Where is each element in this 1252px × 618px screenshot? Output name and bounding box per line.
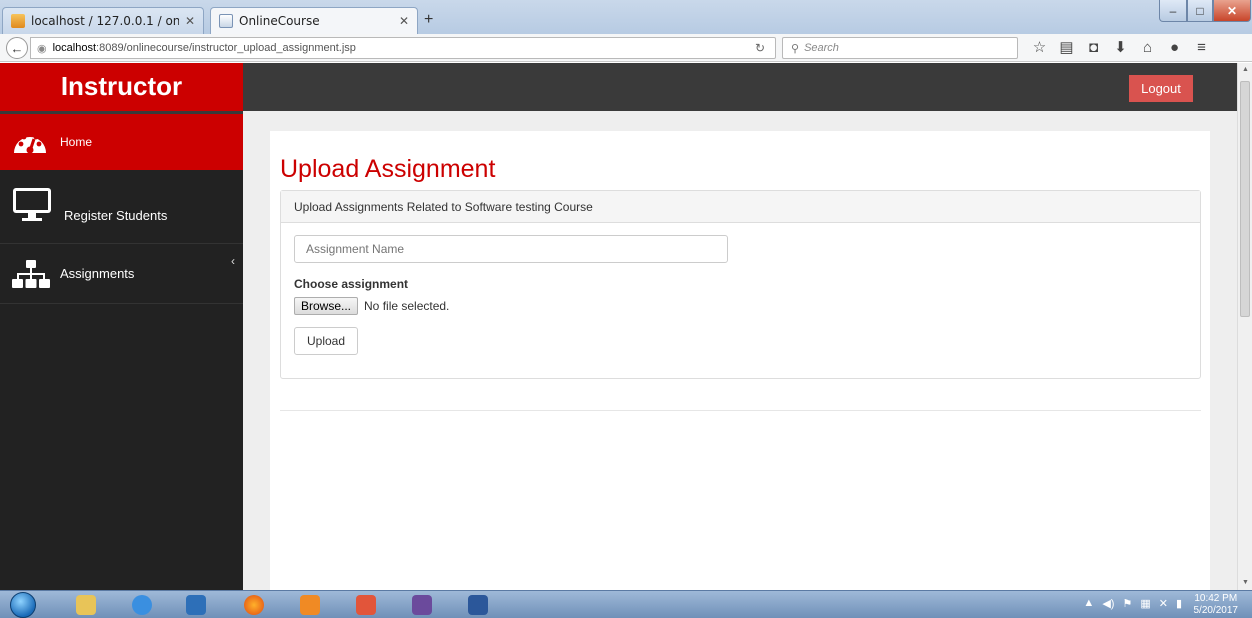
pocket-icon[interactable]: ◘	[1080, 38, 1107, 58]
logout-button[interactable]: Logout	[1129, 75, 1193, 102]
window-close-icon[interactable]: ✕	[1213, 0, 1251, 22]
bookmark-star-icon[interactable]: ☆	[1026, 38, 1053, 58]
choose-assignment-label: Choose assignment	[294, 277, 409, 291]
browser-nav-bar: ← ◉ localhost :8089/onlinecourse/instruc…	[0, 34, 1252, 62]
url-bar[interactable]: ◉ localhost :8089/onlinecourse/instructo…	[30, 37, 776, 59]
scroll-down-icon[interactable]: ▼	[1238, 576, 1252, 590]
sidebar-item-label: Register Students	[64, 208, 168, 223]
sitemap-icon	[12, 259, 50, 288]
start-button-icon[interactable]	[10, 592, 36, 618]
reading-list-icon[interactable]: ▤	[1053, 38, 1080, 58]
page-title: Upload Assignment	[280, 155, 496, 183]
tab-title: localhost / 127.0.0.1 / onlin...	[31, 14, 179, 28]
top-header: Logout	[243, 63, 1237, 111]
brand-title[interactable]: Instructor	[0, 63, 243, 111]
chevron-left-icon[interactable]: ‹	[231, 254, 235, 268]
page-scrollbar[interactable]: ▲ ▼	[1237, 63, 1252, 590]
network-disconnected-icon[interactable]: ✕	[1159, 597, 1168, 610]
clock-time: 10:42 PM	[1194, 593, 1238, 604]
monitor-icon	[13, 187, 51, 221]
scroll-up-icon[interactable]: ▲	[1238, 63, 1252, 77]
internet-explorer-icon[interactable]	[122, 593, 162, 617]
sidebar: Instructor Home Register Students Assign…	[0, 63, 243, 590]
firefox-icon[interactable]	[234, 593, 274, 617]
search-placeholder: Search	[804, 42, 839, 54]
battery-icon[interactable]: ▮	[1176, 597, 1182, 610]
new-tab-icon[interactable]: +	[424, 11, 433, 29]
upload-panel: Upload Assignments Related to Software t…	[280, 190, 1201, 379]
taskbar-clock[interactable]: 10:42 PM 5/20/2017	[1194, 593, 1239, 617]
home-icon[interactable]: ⌂	[1134, 38, 1161, 58]
clock-date: 5/20/2017	[1193, 605, 1239, 616]
file-input[interactable]: Browse... No file selected.	[294, 297, 449, 315]
browser-tab-onlinecourse[interactable]: OnlineCourse ✕	[210, 7, 418, 34]
word-icon[interactable]	[458, 593, 498, 617]
browse-button[interactable]: Browse...	[294, 297, 359, 315]
browser-tab-strip: localhost / 127.0.0.1 / onlin... ✕ Onlin…	[0, 0, 1252, 34]
network-icon[interactable]: ▦	[1140, 597, 1150, 610]
onlinecourse-favicon-icon	[219, 14, 233, 28]
content-card: Upload Assignment Upload Assignments Rel…	[270, 131, 1210, 601]
dashboard-icon	[14, 132, 46, 154]
volume-icon[interactable]: ◀)	[1102, 597, 1114, 610]
assignment-name-input[interactable]	[294, 235, 728, 263]
minimize-icon[interactable]: –	[1159, 0, 1187, 22]
close-icon[interactable]: ✕	[399, 14, 409, 28]
panel-heading: Upload Assignments Related to Software t…	[281, 191, 1200, 223]
uc-browser-icon[interactable]	[290, 593, 330, 617]
browser-toolbar-icons: ☆ ▤ ◘ ⬇ ⌂ ● ≡	[1026, 38, 1215, 58]
back-arrow-icon[interactable]: ←	[6, 37, 28, 59]
xampp-icon[interactable]	[346, 593, 386, 617]
media-player-icon[interactable]	[176, 593, 216, 617]
menu-icon[interactable]: ≡	[1188, 38, 1215, 58]
file-status-text: No file selected.	[364, 299, 450, 313]
download-icon[interactable]: ⬇	[1107, 38, 1134, 58]
phpmyadmin-favicon-icon	[11, 14, 25, 28]
url-host: localhost	[52, 42, 97, 54]
maximize-icon[interactable]: □	[1187, 0, 1213, 22]
url-path: :8089/onlinecourse/instructor_upload_ass…	[96, 42, 356, 54]
browser-tab-phpmyadmin[interactable]: localhost / 127.0.0.1 / onlin... ✕	[2, 7, 204, 34]
main-content: Upload Assignment Upload Assignments Rel…	[243, 111, 1237, 601]
flag-icon[interactable]: ⚑	[1122, 597, 1132, 610]
reload-icon[interactable]: ↻	[755, 41, 765, 55]
sidebar-item-register-students[interactable]: Register Students	[0, 170, 243, 244]
browser-search-input[interactable]: ⚲ Search	[782, 37, 1018, 59]
java-ee-ide-icon[interactable]	[402, 593, 442, 617]
tray-arrow-icon[interactable]: ▲	[1083, 597, 1094, 610]
sidebar-item-home[interactable]: Home	[0, 114, 243, 170]
sidebar-item-label: Assignments	[60, 266, 135, 281]
scrollbar-thumb[interactable]	[1240, 81, 1250, 317]
windows-taskbar: ▲ ◀) ⚑ ▦ ✕ ▮ 10:42 PM 5/20/2017	[0, 590, 1252, 618]
system-tray: ▲ ◀) ⚑ ▦ ✕ ▮	[1083, 597, 1182, 610]
upload-button[interactable]: Upload	[294, 327, 358, 355]
file-explorer-icon[interactable]	[66, 593, 106, 617]
divider	[280, 410, 1201, 411]
chat-icon[interactable]: ●	[1161, 38, 1188, 58]
tab-title: OnlineCourse	[239, 14, 320, 28]
search-icon: ⚲	[791, 42, 800, 55]
sidebar-item-label: Home	[60, 135, 93, 149]
close-icon[interactable]: ✕	[185, 14, 195, 28]
sidebar-item-assignments[interactable]: Assignments ‹	[0, 244, 243, 304]
globe-icon: ◉	[37, 42, 47, 55]
